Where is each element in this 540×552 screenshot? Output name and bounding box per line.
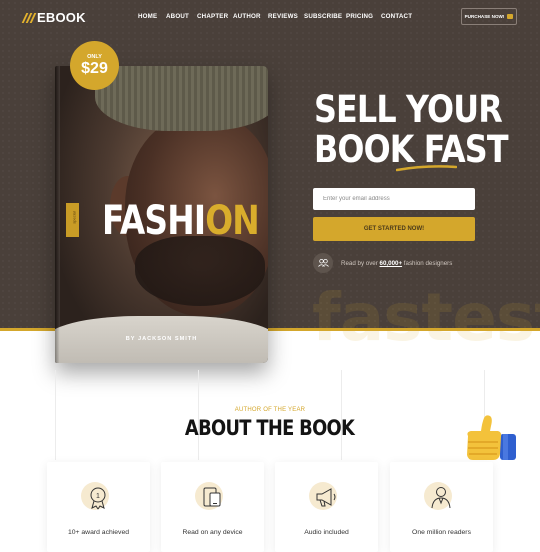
price-value: $29	[81, 60, 108, 77]
feature-card: 1 10+ award achieved	[47, 462, 150, 552]
svg-text:1: 1	[96, 493, 100, 500]
book-author: BY JACKSON SMITH	[125, 336, 198, 342]
feature-label: One million readers	[412, 529, 471, 536]
cover-photo-beanie	[95, 66, 268, 131]
grid-line	[198, 370, 199, 460]
nav-contact[interactable]: CONTACT	[381, 13, 412, 20]
book-cover: special FASHION BY JACKSON SMITH	[55, 66, 268, 363]
grid-line	[55, 370, 56, 460]
book-spine	[55, 66, 60, 363]
reader-icon	[431, 487, 451, 509]
about-kicker: AUTHOR OF THE YEAR	[234, 407, 306, 413]
grid-line	[341, 370, 342, 460]
nav-home[interactable]: HOME	[138, 13, 157, 20]
feature-label: Read on any device	[182, 529, 243, 536]
readers-count-link[interactable]: 60,000+	[380, 260, 403, 267]
cover-side-tag-text: special	[71, 211, 77, 224]
about-title: ABOUT THE BOOK	[185, 416, 355, 440]
nav-chapter[interactable]: CHAPTER	[197, 13, 228, 20]
logo[interactable]: EBOOK	[21, 10, 86, 25]
feature-label: Audio included	[304, 529, 349, 536]
feature-card: One million readers	[390, 462, 493, 552]
feature-card: Read on any device	[161, 462, 264, 552]
purchase-button[interactable]: PURCHASE NOW!	[461, 8, 517, 25]
readers-text: Read by over 60,000+ fashion designers	[341, 259, 453, 267]
get-started-button[interactable]: GET STARTED NOW!	[313, 217, 475, 241]
email-input[interactable]	[313, 188, 475, 210]
book-title: FASHION	[102, 198, 260, 244]
devices-icon	[203, 487, 221, 507]
book-title-main: FASHI	[102, 198, 206, 244]
price-badge: ONLY $29	[70, 41, 119, 90]
users-icon	[313, 253, 333, 273]
headline-underline-icon	[396, 165, 457, 172]
logo-icon	[21, 12, 37, 23]
purchase-label: PURCHASE NOW!	[464, 14, 505, 19]
megaphone-icon	[316, 488, 336, 507]
logo-text: EBOOK	[37, 10, 86, 25]
award-icon: 1	[90, 487, 106, 510]
nav-subscribe[interactable]: SUBSCRIBE	[304, 13, 342, 20]
cover-photo-beard	[135, 236, 265, 306]
feature-label: 10+ award achieved	[67, 529, 130, 536]
nav-author[interactable]: AUTHOR	[233, 13, 261, 20]
nav-about[interactable]: ABOUT	[166, 13, 189, 20]
book-title-accent: ON	[205, 198, 260, 244]
hero-headline-line1: SELL YOUR	[314, 88, 503, 131]
nav-pricing[interactable]: PRICING	[346, 13, 373, 20]
nav-reviews[interactable]: REVIEWS	[268, 13, 298, 20]
readers-info: Read by over 60,000+ fashion designers	[313, 253, 452, 273]
hero-headline: SELL YOUR BOOK FAST	[314, 88, 509, 170]
thumbs-up-icon	[467, 415, 516, 460]
hero-watermark: fastest	[312, 279, 540, 356]
cover-side-tag: special	[66, 203, 79, 237]
cart-icon	[507, 14, 514, 19]
feature-card: Audio included	[275, 462, 378, 552]
